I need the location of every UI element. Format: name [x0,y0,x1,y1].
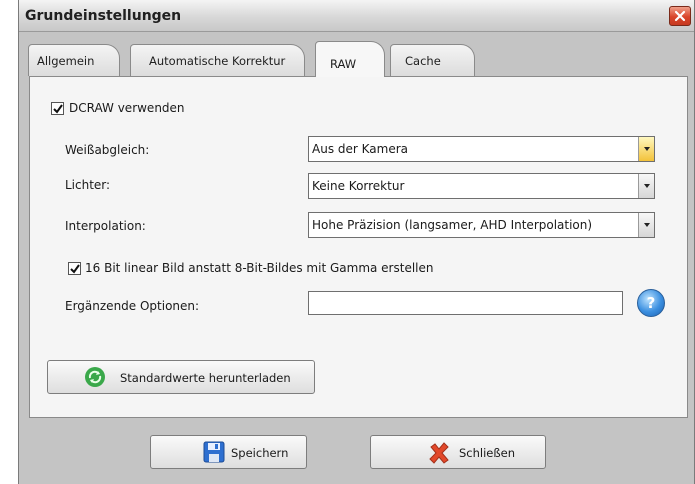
floppy-disk-icon [203,441,225,463]
highlights-dropdown-button[interactable] [638,174,654,198]
highlights-value: Keine Korrektur [312,179,405,193]
white-balance-value: Aus der Kamera [312,142,408,156]
tab-label: Allgemein [37,54,95,68]
save-button[interactable]: Speichern [150,435,307,469]
highlights-select[interactable]: Keine Korrektur [308,173,655,199]
white-balance-dropdown-button[interactable] [638,137,654,161]
help-icon[interactable]: ? [637,289,665,317]
recycle-arrows-icon [85,367,105,387]
16bit-checkbox[interactable] [68,262,81,275]
chevron-down-icon [644,184,650,188]
white-balance-label: Weißabgleich: [65,143,150,157]
tab-allgemein[interactable]: Allgemein [28,44,120,76]
interpolation-dropdown-button[interactable] [638,213,654,237]
tab-strip: Allgemein Automatische Korrektur RAW Cac… [28,41,688,77]
extra-options-input[interactable] [308,291,623,315]
chevron-down-icon [644,147,650,151]
tab-cache[interactable]: Cache [390,44,475,76]
title-bar[interactable]: Grundeinstellungen [19,0,694,32]
tab-label: Automatische Korrektur [149,54,286,68]
extra-options-label: Ergänzende Optionen: [65,299,200,313]
tab-label: Cache [405,54,441,68]
dcraw-label: DCRAW verwenden [69,101,185,115]
close-x-icon [674,10,686,22]
chevron-down-icon [644,223,650,227]
question-mark-glyph: ? [646,294,656,312]
interpolation-label: Interpolation: [65,219,146,233]
tab-raw[interactable]: RAW [315,41,385,77]
tab-label: RAW [330,57,357,71]
dcraw-checkbox[interactable] [51,102,64,115]
tab-automatische-korrektur[interactable]: Automatische Korrektur [130,44,305,76]
save-button-label: Speichern [231,446,289,460]
highlights-label: Lichter: [65,178,111,192]
red-x-icon [429,442,449,464]
restore-defaults-button[interactable]: Standardwerte herunterladen [47,360,315,394]
16bit-label: 16 Bit linear Bild anstatt 8-Bit-Bildes … [85,261,434,275]
raw-settings-panel: DCRAW verwenden Weißabgleich: Aus der Ka… [29,76,688,418]
settings-dialog: Grundeinstellungen Allgemein Automatisch… [18,0,695,484]
restore-defaults-label: Standardwerte herunterladen [120,371,291,385]
checkmark-icon [70,264,80,274]
interpolation-select[interactable]: Hohe Präzision (langsamer, AHD Interpola… [308,212,655,238]
window-title: Grundeinstellungen [25,8,182,24]
close-button[interactable]: Schließen [370,435,546,469]
white-balance-select[interactable]: Aus der Kamera [308,136,655,162]
checkmark-icon [53,104,63,114]
interpolation-value: Hohe Präzision (langsamer, AHD Interpola… [312,218,593,232]
window-close-button[interactable] [669,6,691,26]
close-button-label: Schließen [459,446,515,460]
